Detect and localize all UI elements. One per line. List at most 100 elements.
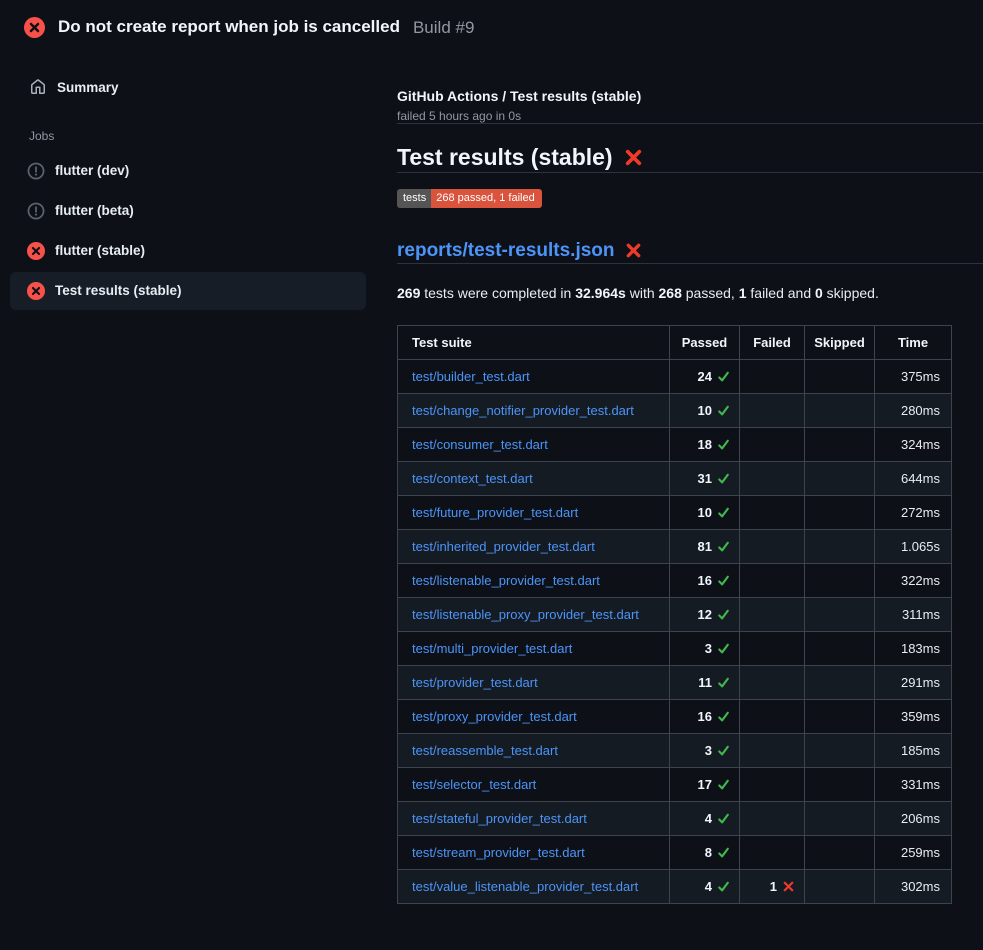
check-icon	[717, 675, 730, 690]
test-suite-link[interactable]: test/provider_test.dart	[412, 675, 538, 690]
passed-cell-count: 12	[698, 607, 712, 622]
passed-cell: 16	[670, 699, 740, 733]
test-suite-link[interactable]: test/consumer_test.dart	[412, 437, 548, 452]
summary-label: Summary	[57, 80, 119, 95]
test-suite-link[interactable]: test/future_provider_test.dart	[412, 505, 578, 520]
test-suite-link[interactable]: test/reassemble_test.dart	[412, 743, 558, 758]
sidebar-item-flutter-beta[interactable]: flutter (beta)	[10, 192, 366, 230]
passed-cell: 11	[670, 665, 740, 699]
test-suite-link[interactable]: test/change_notifier_provider_test.dart	[412, 403, 634, 418]
skipped-cell	[805, 529, 875, 563]
badge-value: 268 passed, 1 failed	[431, 189, 541, 208]
table-header-row: Test suitePassedFailedSkippedTime	[398, 325, 952, 359]
failed-cell	[740, 597, 805, 631]
test-suite-cell: test/multi_provider_test.dart	[398, 631, 670, 665]
passed-cell-count: 81	[698, 539, 712, 554]
check-icon	[717, 403, 730, 418]
table-row: test/listenable_provider_test.dart16322m…	[398, 563, 952, 597]
sidebar-item-flutter-dev[interactable]: flutter (dev)	[10, 152, 366, 190]
failed-cell	[740, 801, 805, 835]
skipped-cell	[805, 359, 875, 393]
divider	[397, 172, 983, 173]
x-icon	[782, 879, 795, 894]
test-suite-link[interactable]: test/stateful_provider_test.dart	[412, 811, 587, 826]
skipped-cell	[805, 597, 875, 631]
failed-cell	[740, 699, 805, 733]
test-suite-cell: test/inherited_provider_test.dart	[398, 529, 670, 563]
time-cell: 185ms	[875, 733, 952, 767]
passed-cell-count: 11	[698, 675, 712, 690]
check-icon	[717, 811, 730, 826]
skipped-cell	[805, 461, 875, 495]
check-icon	[717, 369, 730, 384]
job-label: flutter (stable)	[55, 243, 145, 259]
test-suite-cell: test/reassemble_test.dart	[398, 733, 670, 767]
skipped-cell	[805, 631, 875, 665]
test-suite-link[interactable]: test/multi_provider_test.dart	[412, 641, 572, 656]
summary-segment: failed and	[747, 285, 816, 301]
test-suite-link[interactable]: test/builder_test.dart	[412, 369, 530, 384]
test-suite-cell: test/consumer_test.dart	[398, 427, 670, 461]
test-results-table: Test suitePassedFailedSkippedTime test/b…	[397, 325, 952, 904]
sidebar-item-flutter-stable[interactable]: flutter (stable)	[10, 232, 366, 270]
passed-cell: 12	[670, 597, 740, 631]
test-suite-link[interactable]: test/inherited_provider_test.dart	[412, 539, 595, 554]
check-icon	[717, 505, 730, 520]
table-row: test/context_test.dart31644ms	[398, 461, 952, 495]
time-cell: 291ms	[875, 665, 952, 699]
passed-cell-count: 17	[698, 777, 712, 792]
test-suite-link[interactable]: test/listenable_proxy_provider_test.dart	[412, 607, 639, 622]
test-suite-link[interactable]: test/listenable_provider_test.dart	[412, 573, 600, 588]
table-row: test/consumer_test.dart18324ms	[398, 427, 952, 461]
check-icon	[717, 607, 730, 622]
jobs-sidebar: Summary Jobs flutter (dev) flutter (beta)…	[0, 50, 380, 312]
time-cell: 259ms	[875, 835, 952, 869]
sidebar-item-summary[interactable]: Summary	[10, 76, 366, 98]
check-icon	[717, 573, 730, 588]
passed-cell: 3	[670, 631, 740, 665]
time-cell: 359ms	[875, 699, 952, 733]
divider	[397, 123, 983, 124]
test-summary-line: 269 tests were completed in 32.964s with…	[397, 285, 951, 301]
test-suite-link[interactable]: test/value_listenable_provider_test.dart	[412, 879, 638, 894]
test-suite-cell: test/builder_test.dart	[398, 359, 670, 393]
skipped-cell	[805, 393, 875, 427]
failed-cell	[740, 665, 805, 699]
passed-cell-count: 10	[698, 403, 712, 418]
passed-cell-count: 10	[698, 505, 712, 520]
failed-cell	[740, 359, 805, 393]
test-suite-link[interactable]: test/context_test.dart	[412, 471, 533, 486]
tests-badge: tests 268 passed, 1 failed	[397, 189, 542, 208]
test-suite-link[interactable]: test/stream_provider_test.dart	[412, 845, 585, 860]
report-file-link[interactable]: reports/test-results.json	[397, 239, 615, 263]
failed-cell	[740, 495, 805, 529]
column-header-test-suite: Test suite	[398, 325, 670, 359]
report-file-heading: reports/test-results.json	[397, 239, 951, 263]
test-suite-cell: test/value_listenable_provider_test.dart	[398, 869, 670, 903]
test-suite-cell: test/context_test.dart	[398, 461, 670, 495]
time-cell: 206ms	[875, 801, 952, 835]
job-label: Test results (stable)	[55, 283, 182, 299]
summary-segment: with	[626, 285, 659, 301]
passed-cell: 10	[670, 495, 740, 529]
time-cell: 644ms	[875, 461, 952, 495]
passed-cell-count: 3	[705, 641, 712, 656]
skipped-cell	[805, 563, 875, 597]
test-suite-link[interactable]: test/selector_test.dart	[412, 777, 536, 792]
table-row: test/provider_test.dart 11 291ms	[398, 665, 952, 699]
sidebar-item-test-results-stable[interactable]: Test results (stable)	[10, 272, 366, 310]
passed-cell: 17	[670, 767, 740, 801]
skipped-cell	[805, 427, 875, 461]
test-suite-cell: test/proxy_provider_test.dart	[398, 699, 670, 733]
failed-cell	[740, 835, 805, 869]
check-icon	[717, 777, 730, 792]
table-row: test/reassemble_test.dart3185ms	[398, 733, 952, 767]
passed-cell-count: 4	[705, 879, 712, 894]
passed-cell-count: 4	[705, 811, 712, 826]
check-icon	[717, 471, 730, 486]
jobs-section-label: Jobs	[29, 129, 366, 143]
job-label: flutter (beta)	[55, 203, 134, 219]
test-suite-link[interactable]: test/proxy_provider_test.dart	[412, 709, 577, 724]
time-cell: 331ms	[875, 767, 952, 801]
time-cell: 183ms	[875, 631, 952, 665]
